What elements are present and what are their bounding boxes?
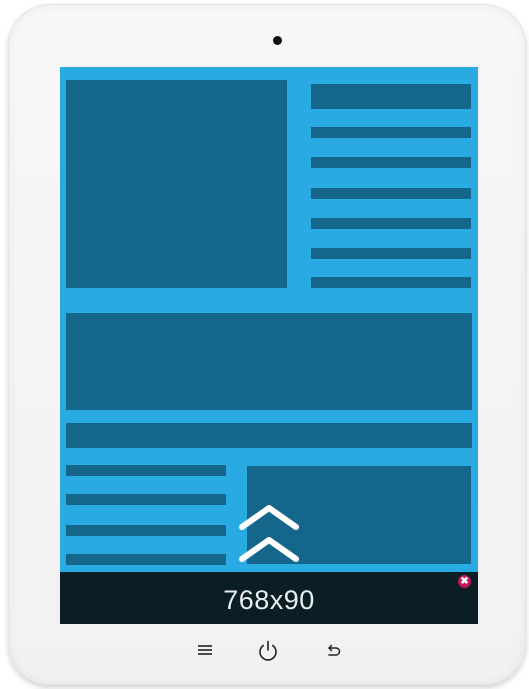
power-icon[interactable]: [256, 639, 280, 663]
content-text-line: [66, 554, 226, 565]
content-text-line: [311, 248, 471, 259]
expand-up-chevrons-icon[interactable]: [236, 503, 302, 565]
ad-size-label: 768x90: [223, 584, 315, 615]
content-text-line: [311, 188, 471, 199]
content-text-line: [311, 157, 471, 168]
ad-close-icon[interactable]: ✖: [458, 575, 471, 588]
content-full-bar: [66, 423, 472, 448]
ad-banner[interactable]: 768x90 ✖: [60, 572, 478, 624]
content-image-block: [66, 80, 287, 288]
content-text-line: [311, 127, 471, 138]
content-text-line: [66, 494, 226, 505]
menu-icon[interactable]: [196, 641, 214, 659]
content-text-line: [311, 218, 471, 229]
back-icon[interactable]: [324, 641, 342, 659]
content-wide-block: [66, 313, 472, 410]
content-text-line: [66, 525, 226, 536]
front-camera: [273, 36, 282, 45]
content-heading-bar: [311, 84, 471, 109]
tablet-screen: 768x90 ✖: [60, 67, 478, 624]
content-text-line: [311, 277, 471, 288]
content-text-line: [66, 465, 226, 476]
